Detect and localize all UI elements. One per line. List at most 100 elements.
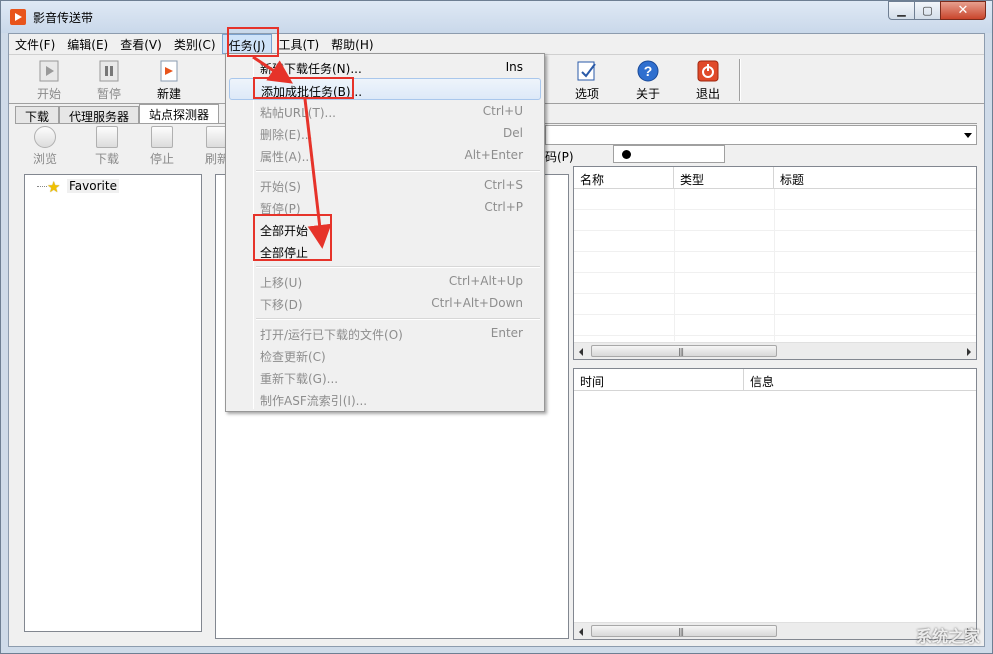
about-button[interactable]: ? 关于 bbox=[626, 59, 670, 102]
annotation-box-start-stop-all bbox=[253, 214, 332, 261]
menu-category[interactable]: 类别(C) bbox=[168, 34, 222, 54]
title-bar: 影音传送带 ▁ ▢ ✕ bbox=[1, 1, 992, 33]
pause-icon bbox=[97, 59, 121, 83]
column-time[interactable]: 时间 bbox=[574, 369, 744, 391]
menu-item-shortcut: Ctrl+Alt+Down bbox=[431, 296, 523, 310]
new-button[interactable]: 新建 bbox=[147, 59, 191, 102]
app-logo-icon bbox=[10, 9, 26, 25]
menu-item-label: 开始(S) bbox=[260, 180, 301, 194]
column-info[interactable]: 信息 bbox=[744, 369, 976, 391]
window-controls: ▁ ▢ ✕ bbox=[888, 1, 986, 21]
list-header: 名称 类型 标题 bbox=[574, 167, 976, 189]
annotation-box-task-menu bbox=[227, 27, 279, 57]
scroll-right-icon[interactable] bbox=[967, 348, 971, 356]
menu-view[interactable]: 查看(V) bbox=[114, 34, 168, 54]
menu-item-label: 下移(D) bbox=[260, 298, 303, 312]
password-field[interactable] bbox=[613, 145, 725, 163]
close-button[interactable]: ✕ bbox=[940, 1, 986, 20]
app-window: 影音传送带 ▁ ▢ ✕ 文件(F) 编辑(E) 查看(V) 类别(C) 任务(J… bbox=[0, 0, 993, 654]
minimize-button[interactable]: ▁ bbox=[888, 1, 915, 20]
log-header: 时间 信息 bbox=[574, 369, 976, 391]
list-horizontal-scrollbar[interactable]: ||| bbox=[574, 342, 976, 359]
menu-item-label: 新建下载任务(N)... bbox=[260, 62, 362, 76]
column-name[interactable]: 名称 bbox=[574, 167, 674, 189]
list-rows bbox=[574, 189, 976, 341]
menu-open-downloaded[interactable]: 打开/运行已下载的文件(O) Enter bbox=[229, 322, 541, 344]
list-item bbox=[574, 315, 976, 336]
exit-label: 退出 bbox=[695, 87, 720, 101]
explorer-download-label: 下载 bbox=[94, 152, 119, 166]
toolbar-separator bbox=[739, 59, 741, 101]
menu-asf-index[interactable]: 制作ASF流索引(I)... bbox=[229, 388, 541, 410]
chevron-down-icon[interactable] bbox=[964, 133, 972, 138]
tab-site-explorer[interactable]: 站点探测器 bbox=[139, 104, 220, 124]
log-list[interactable]: 时间 信息 ||| bbox=[573, 368, 977, 640]
menu-item-shortcut: Ctrl+P bbox=[484, 200, 523, 214]
scroll-thumb[interactable]: ||| bbox=[591, 625, 777, 637]
explorer-stop-button[interactable]: 停止 bbox=[142, 126, 182, 167]
explorer-download-button[interactable]: 下载 bbox=[87, 126, 127, 167]
options-icon bbox=[575, 59, 599, 83]
scroll-left-icon[interactable] bbox=[579, 628, 583, 636]
column-title[interactable]: 标题 bbox=[774, 167, 976, 189]
menu-redownload[interactable]: 重新下载(G)... bbox=[229, 366, 541, 388]
menu-new-download[interactable]: 新建下载任务(N)... Ins bbox=[229, 56, 541, 78]
start-icon bbox=[37, 59, 61, 83]
menu-item-shortcut: Alt+Enter bbox=[464, 148, 523, 162]
resource-list[interactable]: 名称 类型 标题 ||| bbox=[573, 166, 977, 360]
pause-label: 暂停 bbox=[96, 87, 121, 101]
options-button[interactable]: 选项 bbox=[565, 59, 609, 102]
browser-icon bbox=[34, 126, 56, 148]
tree-item-favorite[interactable]: Favorite bbox=[67, 179, 119, 193]
tab-strip: 下载 代理服务器 站点探测器 bbox=[15, 104, 220, 124]
menu-item-shortcut: Ins bbox=[505, 60, 523, 74]
menu-bar: 文件(F) 编辑(E) 查看(V) 类别(C) 任务(J) 工具(T) 帮助(H… bbox=[9, 34, 984, 54]
start-label: 开始 bbox=[36, 87, 61, 101]
favorites-tree[interactable]: ★ Favorite bbox=[24, 174, 202, 632]
menu-paste-url[interactable]: 粘帖URL(T)... Ctrl+U bbox=[229, 100, 541, 122]
list-item bbox=[574, 294, 976, 315]
menu-tools[interactable]: 工具(T) bbox=[272, 34, 325, 54]
menu-item-label: 打开/运行已下载的文件(O) bbox=[260, 328, 403, 342]
menu-item-label: 属性(A)... bbox=[260, 150, 314, 164]
tab-download[interactable]: 下载 bbox=[15, 106, 60, 124]
column-divider bbox=[774, 189, 775, 341]
svg-text:?: ? bbox=[644, 63, 653, 79]
menu-properties[interactable]: 属性(A)... Alt+Enter bbox=[229, 144, 541, 166]
menu-move-up[interactable]: 上移(U) Ctrl+Alt+Up bbox=[229, 270, 541, 292]
menu-separator bbox=[256, 170, 540, 172]
new-task-icon bbox=[157, 59, 181, 83]
menu-file[interactable]: 文件(F) bbox=[9, 34, 61, 54]
exit-button[interactable]: 退出 bbox=[686, 59, 730, 102]
list-item bbox=[574, 231, 976, 252]
menu-start[interactable]: 开始(S) Ctrl+S bbox=[229, 174, 541, 196]
menu-move-down[interactable]: 下移(D) Ctrl+Alt+Down bbox=[229, 292, 541, 314]
password-mask-dot bbox=[622, 150, 631, 159]
list-item bbox=[574, 273, 976, 294]
scroll-thumb[interactable]: ||| bbox=[591, 345, 777, 357]
scroll-left-icon[interactable] bbox=[579, 348, 583, 356]
menu-item-shortcut: Ctrl+U bbox=[482, 104, 523, 118]
menu-check-update[interactable]: 检查更新(C) bbox=[229, 344, 541, 366]
list-item bbox=[574, 189, 976, 210]
browse-button[interactable]: 浏览 bbox=[25, 126, 65, 167]
column-divider bbox=[674, 189, 675, 341]
browse-label: 浏览 bbox=[32, 152, 57, 166]
about-label: 关于 bbox=[635, 87, 660, 101]
explorer-stop-label: 停止 bbox=[149, 152, 174, 166]
menu-delete[interactable]: 删除(E)... Del bbox=[229, 122, 541, 144]
menu-help[interactable]: 帮助(H) bbox=[325, 34, 379, 54]
url-combobox[interactable] bbox=[545, 125, 977, 145]
tab-proxy[interactable]: 代理服务器 bbox=[59, 106, 140, 124]
menu-item-label: 上移(U) bbox=[260, 276, 303, 290]
power-icon bbox=[696, 59, 720, 83]
menu-edit[interactable]: 编辑(E) bbox=[61, 34, 114, 54]
window-title: 影音传送带 bbox=[33, 11, 94, 25]
menu-item-shortcut: Ctrl+Alt+Up bbox=[448, 274, 523, 288]
tree-connector bbox=[37, 186, 47, 187]
start-button[interactable]: 开始 bbox=[27, 59, 71, 102]
list-item bbox=[574, 210, 976, 231]
maximize-button[interactable]: ▢ bbox=[914, 1, 941, 20]
pause-button[interactable]: 暂停 bbox=[87, 59, 131, 102]
column-type[interactable]: 类型 bbox=[674, 167, 774, 189]
